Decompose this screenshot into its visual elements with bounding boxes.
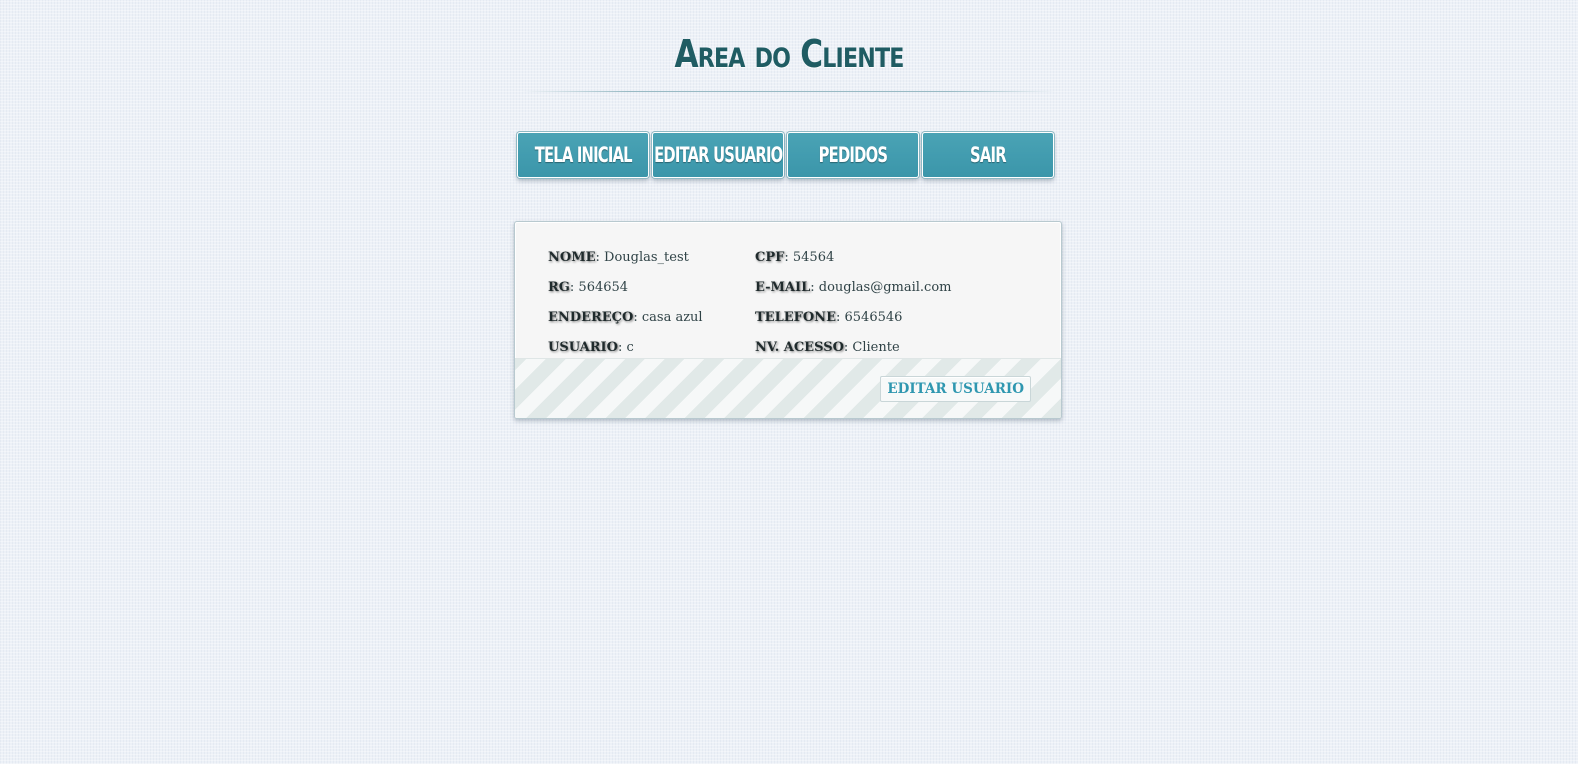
nome-field: NOME: Douglas_test bbox=[548, 250, 755, 265]
info-row: ENDEREÇO: casa azul TELEFONE: 6546546 bbox=[548, 302, 1028, 332]
telefone-separator: : bbox=[835, 309, 845, 325]
user-info-grid: NOME: Douglas_test CPF: 54564 RG: 564654… bbox=[548, 242, 1028, 362]
email-label: E-MAIL bbox=[755, 279, 811, 295]
nome-label: NOME bbox=[548, 249, 596, 265]
nivel-acesso-value: Cliente bbox=[852, 339, 900, 355]
info-row: RG: 564654 E-MAIL: douglas@gmail.com bbox=[548, 272, 1028, 302]
telefone-value: 6546546 bbox=[844, 309, 903, 325]
cpf-label: CPF bbox=[755, 249, 785, 265]
endereco-separator: : bbox=[633, 309, 642, 325]
nav-editar-usuario-label: EDITAR USUARIO bbox=[653, 143, 783, 167]
page-title: Area do Cliente bbox=[674, 32, 904, 76]
nav-tela-inicial-button[interactable]: TELA INICIAL bbox=[517, 132, 649, 178]
nivel-acesso-field: NV. ACESSO: Cliente bbox=[755, 340, 1015, 355]
title-divider bbox=[522, 91, 1056, 92]
edit-user-button[interactable]: EDITAR USUARIO bbox=[880, 376, 1031, 402]
nome-value: Douglas_test bbox=[604, 249, 689, 265]
email-field: E-MAIL: douglas@gmail.com bbox=[755, 280, 1015, 295]
info-row: NOME: Douglas_test CPF: 54564 bbox=[548, 242, 1028, 272]
email-separator: : bbox=[810, 279, 819, 295]
nivel-acesso-label: NV. ACESSO bbox=[755, 339, 844, 355]
rg-field: RG: 564654 bbox=[548, 280, 755, 295]
cpf-value: 54564 bbox=[792, 249, 835, 265]
card-footer: EDITAR USUARIO bbox=[515, 358, 1061, 418]
nav-pedidos-button[interactable]: PEDIDOS bbox=[787, 132, 919, 178]
main-nav: TELA INICIAL EDITAR USUARIO PEDIDOS SAIR bbox=[517, 132, 1061, 178]
telefone-field: TELEFONE: 6546546 bbox=[755, 310, 1015, 325]
usuario-field: USUARIO: c bbox=[548, 340, 755, 355]
telefone-label: TELEFONE bbox=[755, 309, 836, 325]
cpf-field: CPF: 54564 bbox=[755, 250, 1015, 265]
nav-pedidos-label: PEDIDOS bbox=[818, 143, 888, 167]
endereco-field: ENDEREÇO: casa azul bbox=[548, 310, 755, 325]
nome-separator: : bbox=[595, 249, 605, 265]
usuario-label: USUARIO bbox=[548, 339, 618, 355]
nav-tela-inicial-label: TELA INICIAL bbox=[534, 143, 632, 167]
usuario-value: c bbox=[626, 339, 634, 355]
nav-editar-usuario-button[interactable]: EDITAR USUARIO bbox=[652, 132, 784, 178]
rg-value: 564654 bbox=[578, 279, 629, 295]
cpf-separator: : bbox=[784, 249, 793, 265]
rg-label: RG bbox=[548, 279, 570, 295]
user-info-card: NOME: Douglas_test CPF: 54564 RG: 564654… bbox=[514, 221, 1062, 419]
endereco-value: casa azul bbox=[641, 309, 703, 325]
nav-sair-button[interactable]: SAIR bbox=[922, 132, 1054, 178]
endereco-label: ENDEREÇO bbox=[548, 309, 634, 325]
nav-sair-label: SAIR bbox=[970, 143, 1007, 167]
email-value: douglas@gmail.com bbox=[818, 279, 952, 295]
